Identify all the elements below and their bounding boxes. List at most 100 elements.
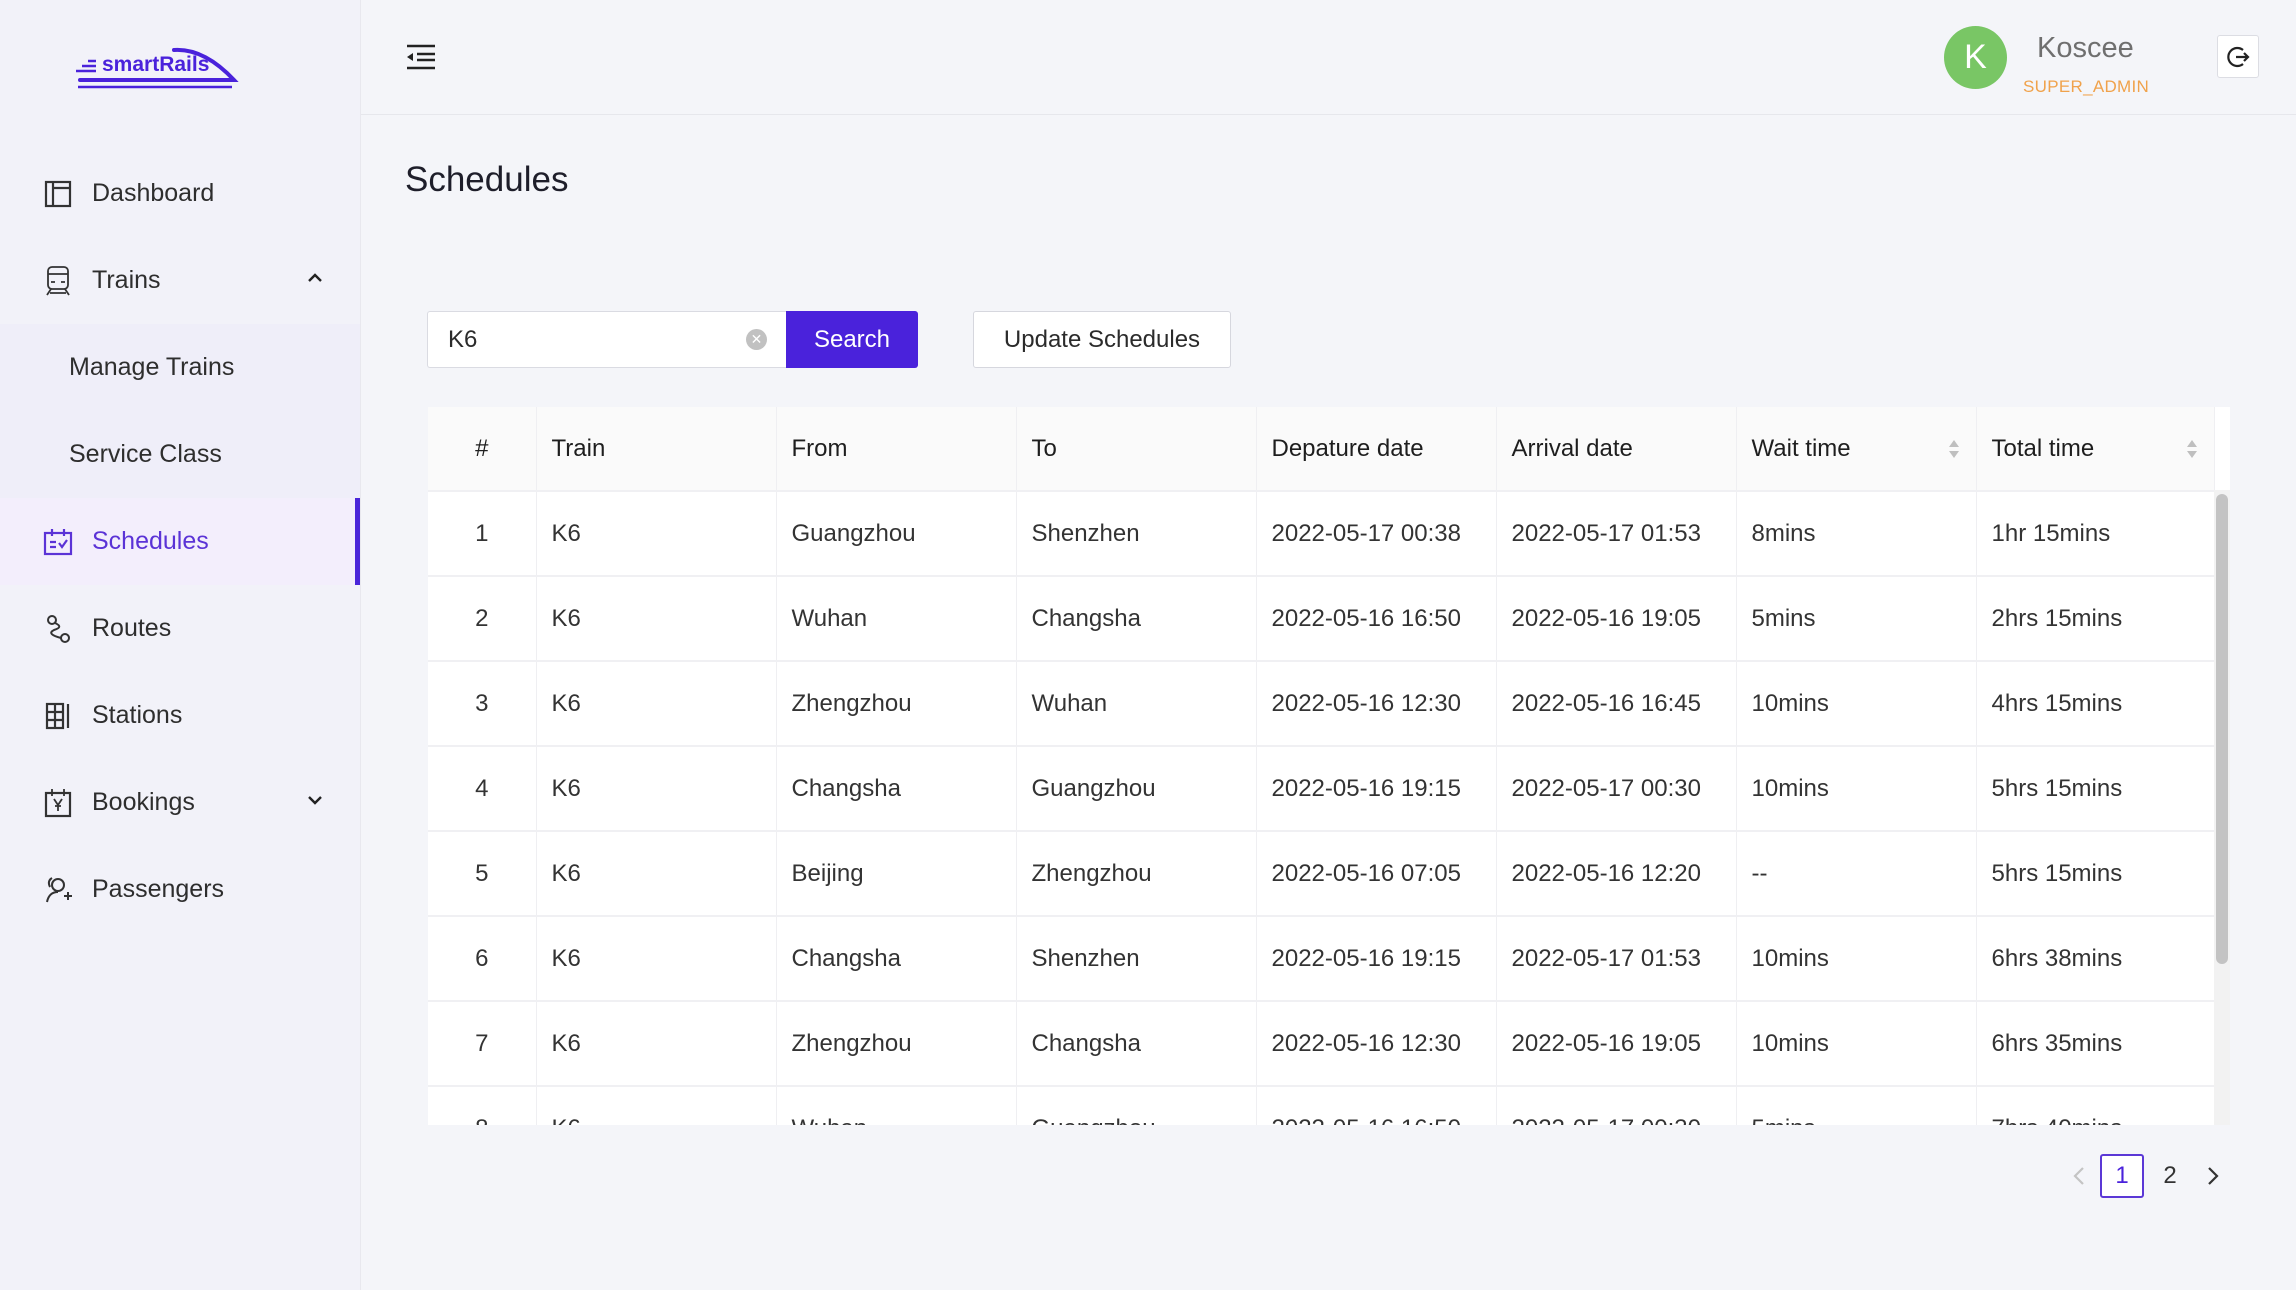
cell-arrival-date: 2022-05-17 00:30 [1496, 746, 1737, 832]
cell-total-time: 2hrs 15mins [1976, 576, 2215, 662]
column-header-label: Wait time [1751, 434, 1851, 462]
column-header-total-time[interactable]: Total time [1976, 407, 2215, 492]
search-input[interactable] [448, 312, 738, 367]
sidebar-item-passengers[interactable]: Passengers [0, 846, 360, 933]
sort-icon[interactable] [2186, 437, 2198, 461]
cell-departure-date: 2022-05-16 19:15 [1256, 746, 1497, 832]
sidebar-item-service-class[interactable]: Service Class [0, 411, 360, 498]
cell-departure-date: 2022-05-16 12:30 [1256, 661, 1497, 747]
clear-icon[interactable]: ✕ [746, 329, 767, 350]
sidebar-item-label: Stations [92, 701, 183, 729]
dashboard-icon [42, 178, 74, 210]
cell-wait-time: 10mins [1736, 661, 1977, 747]
table-body: 1 K6 Guangzhou Shenzhen 2022-05-17 00:38 2022… [428, 491, 2215, 1125]
cell-index: 8 [428, 1086, 537, 1125]
cell-from: Zhengzhou [776, 661, 1017, 747]
cell-wait-time: -- [1736, 831, 1977, 917]
sidebar-item-label: Schedules [92, 527, 209, 555]
table-header-row: # Train From To Depature date Arrival da… [428, 407, 2215, 492]
cell-total-time: 5hrs 15mins [1976, 746, 2215, 832]
column-header-wait-time[interactable]: Wait time [1736, 407, 1977, 492]
table-row[interactable]: 6 K6 Changsha Shenzhen 2022-05-16 19:15 2022-… [428, 916, 2215, 1002]
page-2-button[interactable]: 2 [2148, 1154, 2192, 1198]
table-row[interactable]: 4 K6 Changsha Guangzhou 2022-05-16 19:15 2022… [428, 746, 2215, 832]
pagination: 1 2 [2060, 1154, 2232, 1198]
cell-total-time: 4hrs 15mins [1976, 661, 2215, 747]
cell-to: Guangzhou [1016, 1086, 1257, 1125]
cell-to: Changsha [1016, 1001, 1257, 1087]
chevron-left-icon [2073, 1167, 2084, 1185]
cell-total-time: 6hrs 35mins [1976, 1001, 2215, 1087]
cell-to: Zhengzhou [1016, 831, 1257, 917]
cell-departure-date: 2022-05-16 16:50 [1256, 1086, 1497, 1125]
cell-wait-time: 10mins [1736, 746, 1977, 832]
user-add-icon [42, 874, 74, 906]
cell-total-time: 5hrs 15mins [1976, 831, 2215, 917]
calendar-check-icon [42, 526, 74, 558]
cell-from: Changsha [776, 746, 1017, 832]
brand-name: smartRails [102, 53, 209, 76]
cell-index: 3 [428, 661, 537, 747]
cell-total-time: 6hrs 38mins [1976, 916, 2215, 1002]
cell-train: K6 [536, 576, 777, 662]
cell-departure-date: 2022-05-16 07:05 [1256, 831, 1497, 917]
cell-departure-date: 2022-05-16 19:15 [1256, 916, 1497, 1002]
sidebar-item-dashboard[interactable]: Dashboard [0, 150, 360, 237]
cell-departure-date: 2022-05-16 12:30 [1256, 1001, 1497, 1087]
train-icon [42, 265, 74, 297]
sidebar-item-schedules[interactable]: Schedules [0, 498, 360, 585]
page-1-button[interactable]: 1 [2100, 1154, 2144, 1198]
cell-train: K6 [536, 661, 777, 747]
sidebar-item-trains[interactable]: Trains [0, 237, 360, 324]
cell-to: Wuhan [1016, 661, 1257, 747]
cell-train: K6 [536, 831, 777, 917]
sidebar-nav: Dashboard Trains Manage Trains Service C… [0, 150, 360, 933]
sidebar-item-bookings[interactable]: Bookings [0, 759, 360, 846]
cell-index: 1 [428, 491, 537, 577]
column-header-departure-date: Depature date [1256, 407, 1497, 492]
cell-arrival-date: 2022-05-16 19:05 [1496, 576, 1737, 662]
cell-from: Wuhan [776, 576, 1017, 662]
sidebar-item-label: Dashboard [92, 179, 215, 207]
search-button[interactable]: Search [786, 311, 918, 368]
cell-index: 7 [428, 1001, 537, 1087]
avatar[interactable]: K [1944, 26, 2007, 89]
top-header: K Koscee SUPER_ADMIN [361, 0, 2296, 115]
table-row[interactable]: 8K6WuhanGuangzhou2022-05-16 16:502022-05… [428, 1086, 2215, 1125]
sort-icon[interactable] [1948, 437, 1960, 461]
sidebar-item-label: Manage Trains [69, 353, 235, 381]
sidebar-item-label: Trains [92, 266, 161, 294]
cell-arrival-date: 2022-05-17 01:53 [1496, 916, 1737, 1002]
logout-button[interactable] [2217, 35, 2259, 78]
update-schedules-button[interactable]: Update Schedules [973, 311, 1231, 368]
table-row[interactable]: 7 K6 Zhengzhou Changsha 2022-05-16 12:30 2022… [428, 1001, 2215, 1087]
table-row[interactable]: 1 K6 Guangzhou Shenzhen 2022-05-17 00:38 2022… [428, 491, 2215, 577]
sidebar-item-label: Bookings [92, 788, 195, 816]
cell-from: Beijing [776, 831, 1017, 917]
cell-from: Changsha [776, 916, 1017, 1002]
table-row[interactable]: 3 K6 Zhengzhou Wuhan 2022-05-16 12:30 2022-05… [428, 661, 2215, 747]
cell-from: Zhengzhou [776, 1001, 1017, 1087]
cell-wait-time: 5mins [1736, 576, 1977, 662]
menu-fold-icon[interactable] [405, 42, 437, 72]
sidebar-item-label: Service Class [69, 440, 222, 468]
cell-to: Shenzhen [1016, 916, 1257, 1002]
cell-wait-time: 8mins [1736, 491, 1977, 577]
prev-page-button[interactable] [2060, 1154, 2098, 1198]
cell-train: K6 [536, 746, 777, 832]
cell-departure-date: 2022-05-17 00:38 [1256, 491, 1497, 577]
next-page-button[interactable] [2194, 1154, 2232, 1198]
sidebar-item-stations[interactable]: Stations [0, 672, 360, 759]
table-row[interactable]: 2 K6 Wuhan Changsha 2022-05-16 16:50 2022-05-… [428, 576, 2215, 662]
smartrails-logo[interactable]: smartRails [74, 44, 244, 94]
sidebar-item-label: Routes [92, 614, 172, 642]
cell-total-time: 7hrs 40mins [1976, 1086, 2215, 1125]
cell-from: Wuhan [776, 1086, 1017, 1125]
sidebar-item-routes[interactable]: Routes [0, 585, 360, 672]
cell-to: Shenzhen [1016, 491, 1257, 577]
table-row[interactable]: 5 K6 Beijing Zhengzhou 2022-05-16 07:05 2022-… [428, 831, 2215, 917]
sidebar-item-manage-trains[interactable]: Manage Trains [0, 324, 360, 411]
cell-to: Guangzhou [1016, 746, 1257, 832]
table-scrollbar-thumb[interactable] [2216, 494, 2228, 964]
cell-index: 5 [428, 831, 537, 917]
